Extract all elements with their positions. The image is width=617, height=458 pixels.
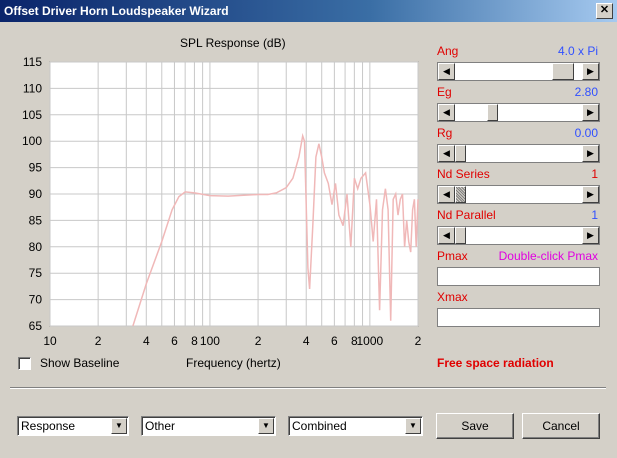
slider-thumb[interactable]	[455, 145, 466, 162]
x-tick-label: 6	[331, 334, 338, 348]
x-tick-label: 2	[255, 334, 262, 348]
param-slider[interactable]: ◀ ▶	[437, 144, 600, 163]
param-name: Xmax	[437, 290, 468, 304]
param-value[interactable]: Double-click Pmax	[499, 249, 598, 263]
param-value: 1	[591, 167, 598, 181]
x-tick-label: 2	[415, 334, 422, 348]
x-tick-label: 4	[303, 334, 310, 348]
x-tick-label: 2	[95, 334, 102, 348]
chart-title: SPL Response (dB)	[180, 36, 286, 50]
param-slider[interactable]: ◀ ▶	[437, 226, 600, 245]
driver-select[interactable]: Combined ▼	[288, 416, 423, 436]
slider-thumb[interactable]	[455, 186, 466, 203]
x-tick-label: 1000	[357, 334, 384, 348]
save-button[interactable]: Save	[436, 413, 514, 439]
spl-chart: 11511010510095908580757065 10 2 4 6 8 100 2 4 6 8…	[22, 55, 422, 348]
scroll-left-icon[interactable]: ◀	[438, 63, 455, 80]
param-name: Nd Series	[437, 167, 490, 181]
scroll-left-icon[interactable]: ◀	[438, 145, 455, 162]
x-tick-label: 8	[191, 334, 198, 348]
x-tick-label: 10	[43, 334, 57, 348]
param-name: Pmax	[437, 249, 468, 263]
param-slider[interactable]: ◀ ▶	[437, 62, 600, 81]
y-tick-label: 115	[23, 55, 42, 69]
slider-thumb[interactable]	[486, 104, 498, 121]
show-baseline-checkbox[interactable]	[18, 357, 31, 370]
y-tick-label: 75	[29, 266, 43, 280]
scroll-left-icon[interactable]: ◀	[438, 186, 455, 203]
param-slider[interactable]	[437, 308, 600, 327]
param-slider[interactable]: ◀ ▶	[437, 185, 600, 204]
separator	[10, 387, 606, 389]
window-title: Offset Driver Horn Loudspeaker Wizard	[4, 4, 229, 18]
param-name: Nd Parallel	[437, 208, 496, 222]
chevron-down-icon[interactable]: ▼	[111, 418, 127, 434]
y-tick-label: 80	[29, 240, 43, 254]
param-name: Ang	[437, 44, 459, 58]
x-tick-label: 4	[143, 334, 150, 348]
param-value: 4.0 x Pi	[557, 44, 598, 58]
y-tick-label: 70	[29, 293, 43, 307]
close-icon[interactable]: ✕	[596, 3, 613, 19]
chevron-down-icon[interactable]: ▼	[405, 418, 421, 434]
scroll-right-icon[interactable]: ▶	[582, 186, 599, 203]
y-tick-label: 90	[29, 187, 43, 201]
y-tick-label: 95	[29, 161, 43, 175]
scroll-right-icon[interactable]: ▶	[582, 63, 599, 80]
y-tick-label: 65	[29, 319, 43, 333]
scroll-right-icon[interactable]: ▶	[582, 227, 599, 244]
x-tick-label: 100	[200, 334, 220, 348]
x-tick-label: 6	[171, 334, 178, 348]
param-value: 2.80	[574, 85, 598, 99]
param-slider[interactable]	[437, 267, 600, 286]
param-value: 0.00	[574, 126, 598, 140]
cancel-button[interactable]: Cancel	[522, 413, 600, 439]
scroll-right-icon[interactable]: ▶	[582, 104, 599, 121]
param-slider[interactable]: ◀ ▶	[437, 103, 600, 122]
show-baseline-label[interactable]: Show Baseline	[40, 356, 119, 370]
slider-thumb[interactable]	[455, 227, 466, 244]
other-select[interactable]: Other ▼	[141, 416, 276, 436]
y-tick-labels: 115 110 105 100 95 90 85 80 75 70 65	[22, 55, 42, 333]
y-tick-label: 85	[29, 213, 43, 227]
y-tick-label: 110	[23, 81, 42, 95]
y-tick-label: 105	[22, 108, 42, 122]
status-text: Free space radiation	[437, 356, 554, 370]
param-name: Eg	[437, 85, 452, 99]
slider-thumb[interactable]	[551, 63, 574, 80]
y-tick-label: 100	[22, 134, 42, 148]
scroll-right-icon[interactable]: ▶	[582, 145, 599, 162]
x-tick-labels: 10 2 4 6 8 100 2 4 6 81000 2	[43, 334, 421, 348]
title-bar: Offset Driver Horn Loudspeaker Wizard ✕	[0, 0, 617, 22]
scroll-left-icon[interactable]: ◀	[438, 104, 455, 121]
chevron-down-icon[interactable]: ▼	[258, 418, 274, 434]
x-axis-title: Frequency (hertz)	[186, 356, 281, 370]
scroll-left-icon[interactable]: ◀	[438, 227, 455, 244]
param-value: 1	[591, 208, 598, 222]
param-name: Rg	[437, 126, 453, 140]
view-select[interactable]: Response ▼	[17, 416, 129, 436]
